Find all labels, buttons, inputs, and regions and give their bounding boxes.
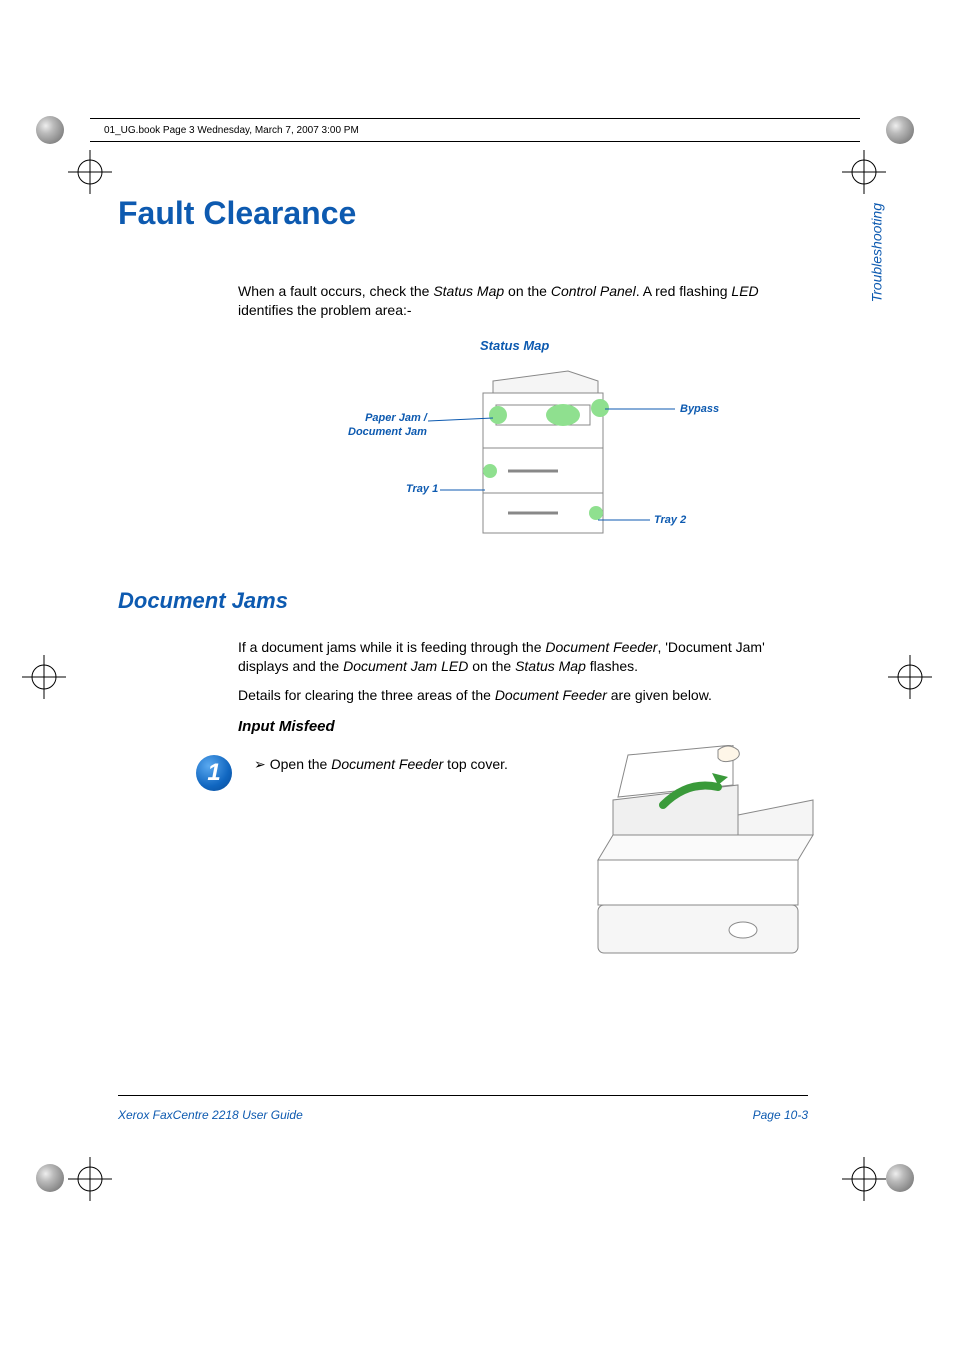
- paragraph: Details for clearing the three areas of …: [238, 686, 813, 705]
- text: Details for clearing the three areas of …: [238, 687, 495, 703]
- step-number-badge: 1: [196, 755, 232, 791]
- text: flashes.: [586, 658, 638, 674]
- side-tab-label: Troubleshooting: [868, 203, 884, 302]
- text-italic: LED: [731, 283, 758, 299]
- print-sphere-icon: [36, 1164, 64, 1192]
- registration-mark-icon: [68, 150, 112, 194]
- footer-rule: [118, 1095, 808, 1096]
- text-italic: Document Jam LED: [343, 658, 468, 674]
- text: are given below.: [607, 687, 712, 703]
- print-sphere-icon: [886, 1164, 914, 1192]
- text-italic: Status Map: [515, 658, 586, 674]
- text-italic: Control Panel: [551, 283, 636, 299]
- registration-mark-icon: [842, 1157, 886, 1201]
- text: Open the: [270, 756, 332, 772]
- subsection-title: Input Misfeed: [238, 718, 838, 735]
- printer-diagram-icon: [468, 363, 618, 538]
- text-italic: Document Feeder: [545, 639, 657, 655]
- page-title: Fault Clearance: [118, 195, 838, 232]
- paragraph: If a document jams while it is feeding t…: [238, 638, 813, 676]
- section-title: Document Jams: [118, 588, 838, 614]
- step-text: ➢Open the Document Feeder top cover.: [254, 755, 514, 774]
- text-italic: Document Feeder: [495, 687, 607, 703]
- text: on the: [504, 283, 551, 299]
- text: on the: [468, 658, 515, 674]
- intro-paragraph: When a fault occurs, check the Status Ma…: [238, 282, 808, 320]
- registration-mark-icon: [22, 655, 66, 699]
- status-map-figure: Status Map Paper Jam /Document Jam Tray …: [118, 338, 838, 558]
- bullet-arrow-icon: ➢: [254, 756, 266, 772]
- registration-mark-icon: [842, 150, 886, 194]
- callout-tray2: Tray 2: [654, 513, 686, 527]
- text-italic: Document Feeder: [331, 756, 443, 772]
- text: identifies the problem area:-: [238, 302, 412, 318]
- registration-mark-icon: [68, 1157, 112, 1201]
- status-map-title: Status Map: [480, 338, 549, 353]
- callout-tray1: Tray 1: [406, 482, 438, 496]
- text: When a fault occurs, check the: [238, 283, 433, 299]
- text: . A red flashing: [636, 283, 732, 299]
- text-italic: Status Map: [433, 283, 504, 299]
- header-stamp: 01_UG.book Page 3 Wednesday, March 7, 20…: [90, 118, 860, 142]
- print-sphere-icon: [886, 116, 914, 144]
- text: If a document jams while it is feeding t…: [238, 639, 545, 655]
- print-sphere-icon: [36, 116, 64, 144]
- footer-right: Page 10-3: [753, 1108, 808, 1122]
- text: top cover.: [443, 756, 508, 772]
- callout-paper-jam: Paper Jam /Document Jam: [348, 411, 427, 440]
- callout-bypass: Bypass: [680, 402, 719, 416]
- footer-left: Xerox FaxCentre 2218 User Guide: [118, 1108, 303, 1122]
- printer-open-cover-illustration: [568, 745, 838, 975]
- registration-mark-icon: [888, 655, 932, 699]
